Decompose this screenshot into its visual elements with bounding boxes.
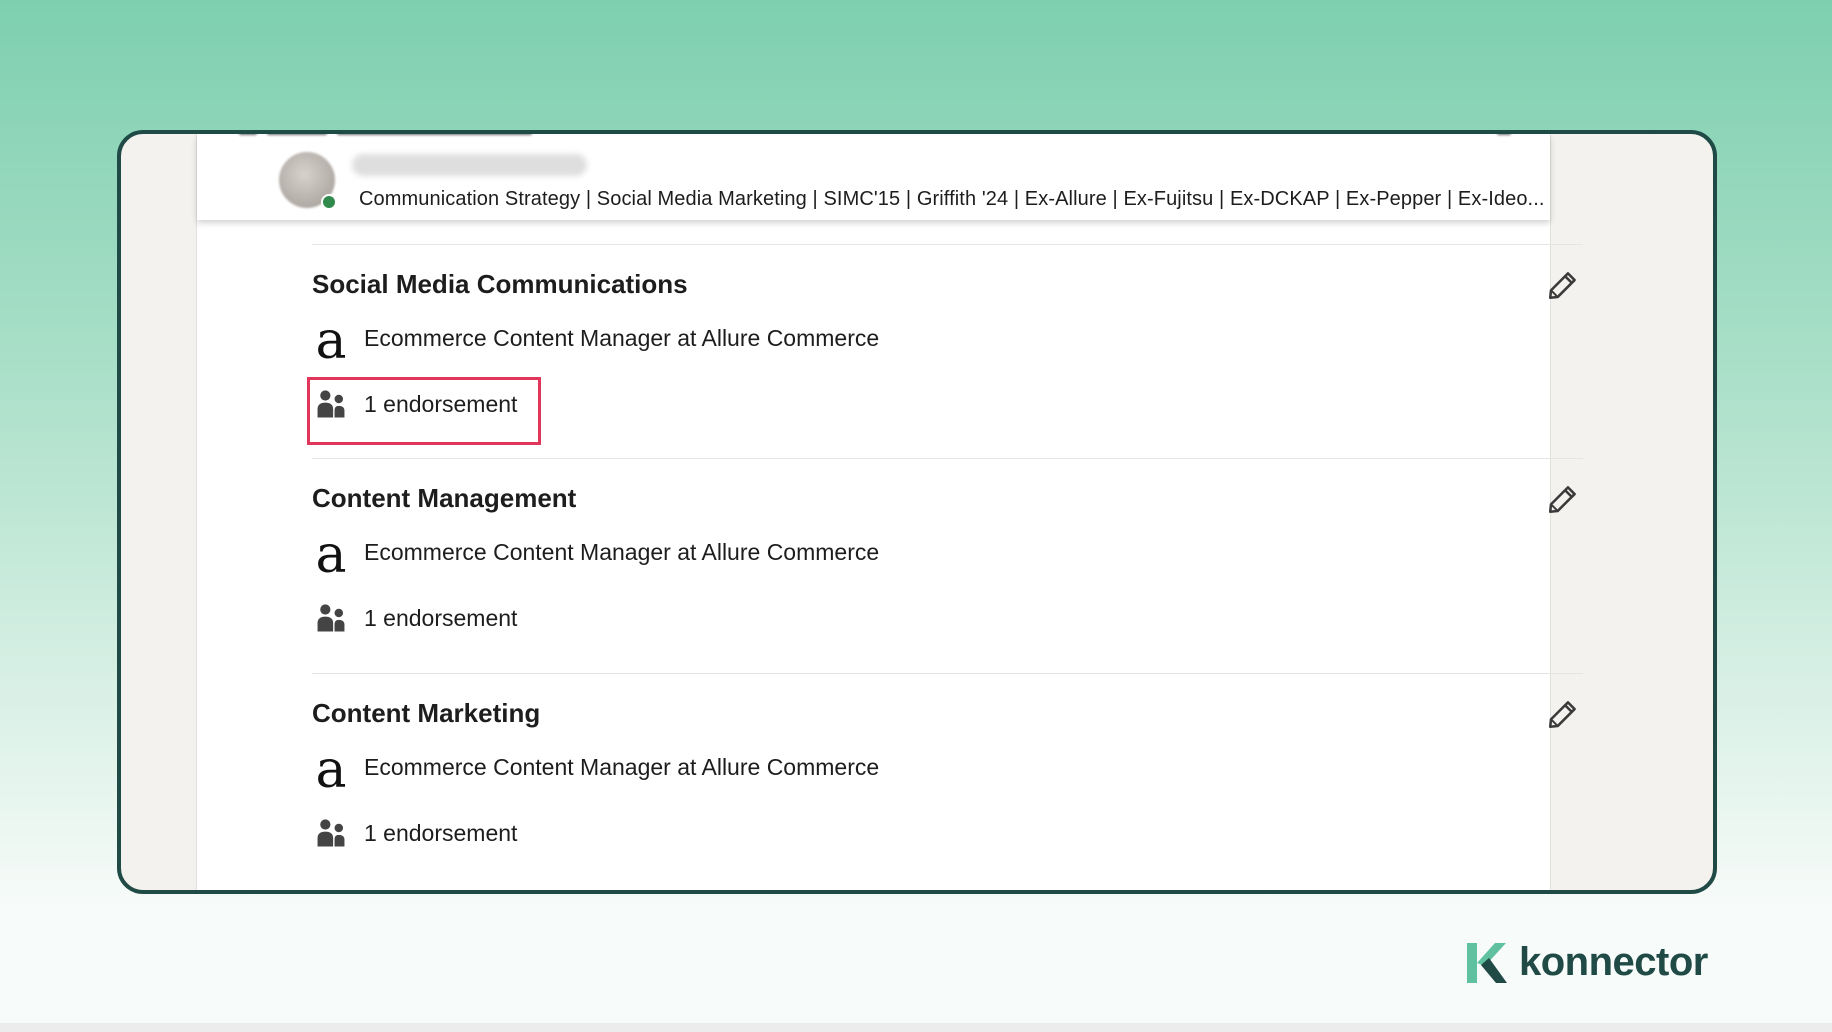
konnector-logo-icon: [1467, 942, 1507, 983]
skill-title[interactable]: Content Marketing: [312, 698, 540, 729]
bottom-band: [0, 1023, 1832, 1032]
skill-context-row: a Ecommerce Content Manager at Allure Co…: [312, 740, 879, 800]
cut-off-text: [1497, 134, 1511, 135]
pencil-icon: [1548, 272, 1576, 300]
endorsement-row[interactable]: 1 endorsement: [312, 595, 517, 641]
people-icon: [312, 814, 350, 852]
profile-name-redacted: [352, 154, 587, 176]
online-status-dot: [321, 194, 337, 210]
skill-title[interactable]: Content Management: [312, 483, 576, 514]
skills-panel: Communication Strategy | Social Media Ma…: [196, 134, 1583, 890]
endorsement-count[interactable]: 1 endorsement: [364, 605, 517, 632]
cut-off-text: [239, 134, 257, 135]
skill-context-text[interactable]: Ecommerce Content Manager at Allure Comm…: [364, 539, 879, 566]
pencil-icon: [1548, 701, 1576, 729]
edit-skill-button[interactable]: [1543, 479, 1583, 519]
highlight-annotation: [307, 377, 541, 445]
edit-skill-button[interactable]: [1543, 265, 1583, 305]
edit-skill-button[interactable]: [1543, 694, 1583, 734]
skill-context-text[interactable]: Ecommerce Content Manager at Allure Comm…: [364, 325, 879, 352]
allure-commerce-logo: a: [315, 311, 347, 371]
cut-off-text: [267, 134, 327, 135]
skill-item: Content Marketing a Ecommerce Content Ma…: [312, 673, 1583, 888]
cut-off-text: [337, 134, 532, 135]
allure-commerce-logo: a: [315, 740, 347, 800]
screenshot-frame: Communication Strategy | Social Media Ma…: [117, 130, 1717, 894]
konnector-wordmark: konnector: [1519, 940, 1708, 984]
konnector-brand: konnector: [1463, 940, 1708, 985]
profile-sticky-header: Communication Strategy | Social Media Ma…: [197, 134, 1550, 220]
endorsement-row[interactable]: 1 endorsement: [312, 810, 517, 856]
skill-context-row: a Ecommerce Content Manager at Allure Co…: [312, 525, 879, 585]
pencil-icon: [1548, 486, 1576, 514]
endorsement-count[interactable]: 1 endorsement: [364, 820, 517, 847]
skill-context-row: a Ecommerce Content Manager at Allure Co…: [312, 311, 879, 371]
profile-headline: Communication Strategy | Social Media Ma…: [359, 188, 1545, 210]
skill-title[interactable]: Social Media Communications: [312, 269, 688, 300]
people-icon: [312, 599, 350, 637]
skill-context-text[interactable]: Ecommerce Content Manager at Allure Comm…: [364, 754, 879, 781]
skill-item: Content Management a Ecommerce Content M…: [312, 458, 1583, 673]
allure-commerce-logo: a: [315, 525, 347, 585]
